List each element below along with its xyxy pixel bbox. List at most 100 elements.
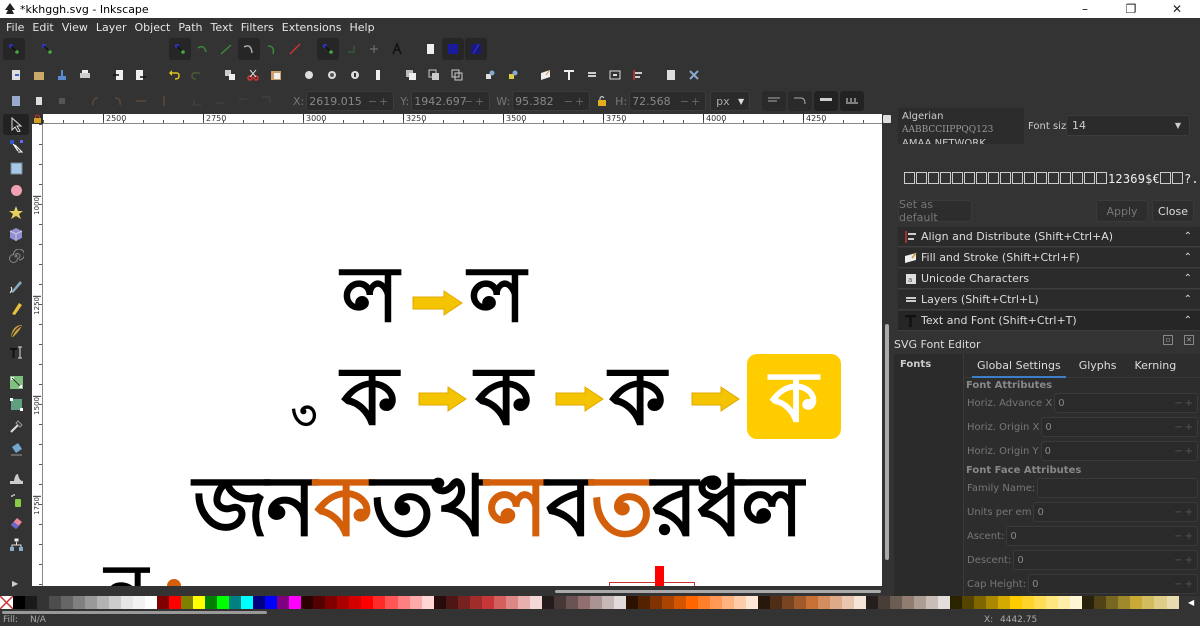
vertical-ruler[interactable]: 1000 1250 1500 1750 — [32, 124, 43, 586]
color-swatch[interactable] — [649, 596, 662, 609]
y-input[interactable]: 1942.697 −+ — [411, 91, 491, 111]
menu-path[interactable]: Path — [174, 21, 206, 34]
rotate-ccw-button[interactable] — [84, 90, 106, 112]
menu-help[interactable]: Help — [345, 21, 378, 34]
color-swatch[interactable] — [782, 596, 795, 609]
color-swatch[interactable] — [830, 596, 843, 609]
rectangle-tool-button[interactable] — [3, 158, 29, 179]
color-swatch[interactable] — [421, 596, 434, 609]
color-swatch[interactable] — [673, 596, 686, 609]
row2-glyph-2[interactable]: ক — [475, 356, 532, 438]
color-swatch[interactable] — [733, 596, 746, 609]
node-tool-button[interactable] — [3, 136, 29, 157]
color-swatch[interactable] — [1154, 596, 1167, 609]
copy-button[interactable] — [219, 64, 241, 86]
snap-path-intersection-button[interactable] — [215, 38, 237, 60]
dock-close-icon[interactable]: ✕ — [1184, 335, 1194, 345]
color-swatch[interactable] — [169, 596, 182, 609]
tweak-tool-button[interactable] — [3, 468, 29, 489]
color-swatch[interactable] — [85, 596, 98, 609]
layers-button[interactable] — [581, 64, 603, 86]
partial-glyph[interactable]: ন — [105, 554, 148, 586]
mesh-tool-button[interactable] — [3, 394, 29, 415]
color-swatch[interactable] — [145, 596, 158, 609]
snap-smooth-button[interactable] — [261, 38, 283, 60]
text-font-button[interactable] — [558, 64, 580, 86]
color-swatch[interactable] — [73, 596, 86, 609]
tab-glyphs[interactable]: Glyphs — [1070, 354, 1126, 378]
ungroup-button[interactable] — [502, 64, 524, 86]
connector-tool-button[interactable] — [3, 534, 29, 555]
color-swatch[interactable] — [13, 596, 26, 609]
set-as-default-button[interactable]: Set as default — [898, 198, 972, 224]
cut-button[interactable] — [242, 64, 264, 86]
import-button[interactable] — [107, 64, 129, 86]
xml-editor-button[interactable] — [604, 64, 626, 86]
flip-vertical-button[interactable] — [153, 90, 175, 112]
color-swatch[interactable] — [397, 596, 410, 609]
color-swatch[interactable] — [1010, 596, 1023, 609]
snap-text-baseline-button[interactable] — [386, 38, 408, 60]
menu-file[interactable]: File — [2, 21, 28, 34]
snap-grid-button[interactable] — [441, 38, 464, 60]
preferences-button[interactable] — [683, 64, 705, 86]
eraser-tool-button[interactable] — [3, 512, 29, 533]
color-swatch[interactable] — [193, 596, 206, 609]
menu-layer[interactable]: Layer — [92, 21, 131, 34]
color-swatch[interactable] — [325, 596, 338, 609]
flip-horizontal-button[interactable] — [130, 90, 152, 112]
x-input[interactable]: 2619.015 −+ — [306, 91, 395, 111]
zoom-width-button[interactable] — [367, 64, 389, 86]
tab-global-settings[interactable]: Global Settings — [968, 354, 1070, 378]
lock-proportions-button[interactable] — [591, 90, 613, 112]
color-swatch[interactable] — [878, 596, 891, 609]
color-swatch[interactable] — [1094, 596, 1107, 609]
transform-patterns-toggle[interactable] — [840, 91, 865, 111]
duplicate-button[interactable] — [400, 64, 422, 86]
spin-input[interactable]: 0 −+ — [1054, 393, 1198, 413]
snap-nodes-button[interactable] — [168, 38, 191, 60]
color-swatch[interactable] — [445, 596, 458, 609]
horizontal-scrollbar-thumb[interactable] — [555, 590, 881, 593]
spin-input[interactable]: 0 −+ — [1028, 574, 1198, 594]
color-swatch[interactable] — [337, 596, 350, 609]
palette-menu-arrow[interactable]: ◀ — [1188, 598, 1194, 607]
color-swatch[interactable] — [61, 596, 74, 609]
color-swatch[interactable] — [685, 596, 698, 609]
color-swatch[interactable] — [914, 596, 927, 609]
snap-rotation-button[interactable] — [363, 38, 385, 60]
color-swatch[interactable] — [637, 596, 650, 609]
chevron-up-icon[interactable]: ⌃ — [1184, 273, 1192, 284]
family-name-input[interactable] — [1037, 478, 1198, 498]
zoom-drawing-button[interactable] — [321, 64, 343, 86]
snap-cusp-button[interactable] — [237, 38, 260, 60]
row2-prefix-glyph[interactable]: ৩ — [291, 396, 317, 436]
chevron-up-icon[interactable]: ⌃ — [1184, 231, 1192, 242]
dock-tab-fill-stroke[interactable]: Fill and Stroke (Shift+Ctrl+F) ⌃ — [898, 248, 1200, 268]
spin-input[interactable]: 0 −+ — [1040, 441, 1198, 461]
color-swatch[interactable] — [1034, 596, 1047, 609]
app-icon-tile[interactable]: ক — [747, 354, 841, 439]
dock-tab-align[interactable]: Align and Distribute (Shift+Ctrl+A) ⌃ — [898, 227, 1200, 247]
document-properties-button[interactable] — [660, 64, 682, 86]
dock-tab-layers[interactable]: Layers (Shift+Ctrl+L) ⌃ — [898, 290, 1200, 310]
color-swatch[interactable] — [181, 596, 194, 609]
height-input[interactable]: 72.568 −+ — [629, 91, 707, 111]
tab-kerning[interactable]: Kerning — [1125, 354, 1185, 378]
open-button[interactable] — [28, 64, 50, 86]
color-swatch[interactable] — [529, 596, 542, 609]
color-swatch[interactable] — [661, 596, 674, 609]
color-swatch[interactable] — [289, 596, 302, 609]
color-swatch[interactable] — [37, 596, 50, 609]
star-tool-button[interactable] — [3, 202, 29, 223]
color-swatch[interactable] — [625, 596, 638, 609]
color-swatch[interactable] — [1046, 596, 1059, 609]
color-swatch[interactable] — [806, 596, 819, 609]
text-tool-button[interactable] — [3, 342, 29, 363]
scale-stroke-toggle[interactable] — [762, 91, 787, 111]
snap-bbox-button[interactable] — [36, 38, 58, 60]
color-swatch[interactable] — [697, 596, 710, 609]
vertical-scrollbar-thumb[interactable] — [885, 324, 889, 560]
color-swatch[interactable] — [613, 596, 626, 609]
drawing-canvas[interactable]: ল ল ৩ ক ক ক ক জনকতখলবতরধল ন — [43, 124, 882, 586]
